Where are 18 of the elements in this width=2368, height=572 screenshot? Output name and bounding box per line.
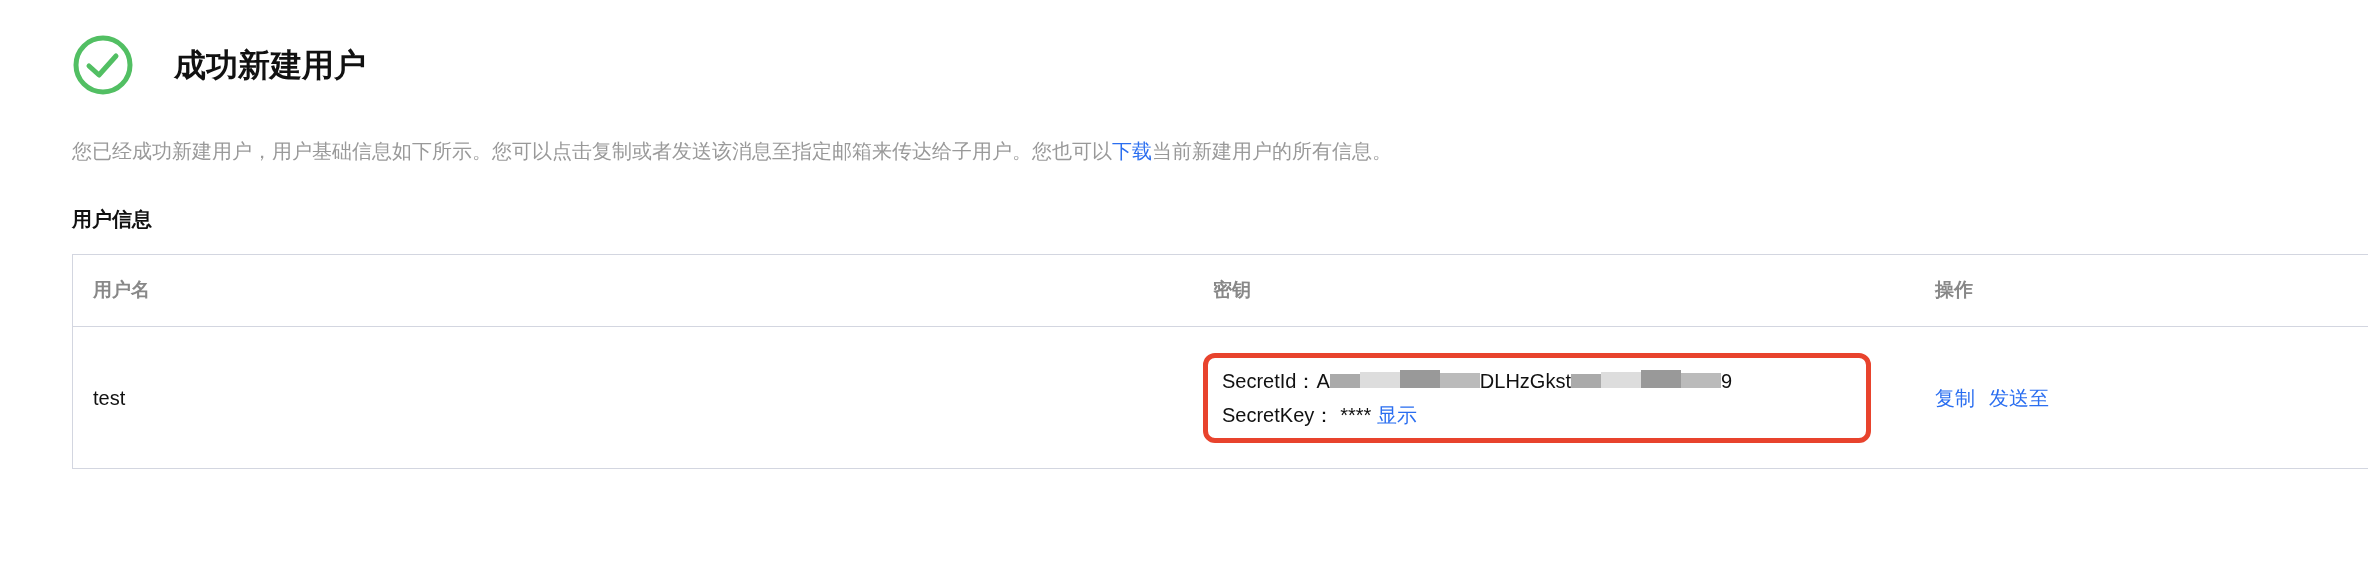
section-title: 用户信息 (72, 207, 153, 232)
action-link[interactable]: 发送至 (1989, 382, 2049, 413)
secret-key-value: **** (1340, 402, 1372, 428)
secret-key-label: SecretKey： (1222, 402, 1335, 428)
secret-id-label: SecretId： (1222, 368, 1317, 394)
column-header: 操作 (1935, 279, 1973, 301)
download-link[interactable]: 下载 (1112, 140, 1152, 162)
secret-id-value: A (1316, 368, 1330, 394)
action-link[interactable]: 复制 (1935, 382, 1975, 413)
column-header: 用户名 (93, 279, 150, 301)
page-title: 成功新建用户 (174, 46, 366, 85)
description-text: 您已经成功新建用户，用户基础信息如下所示。您可以点击复制或者发送该消息至指定邮箱来传达给子用户。您也可以下载当前新建用户的所有信息。 (72, 139, 1393, 164)
success-check-icon (72, 34, 134, 96)
username-cell: test (93, 386, 126, 409)
show-link[interactable]: 显示 (1377, 399, 1418, 430)
secret-id-value: DLHzGkst (1479, 368, 1571, 394)
secret-id-value: 9 (1720, 368, 1733, 394)
column-header: 密钥 (1213, 279, 1251, 301)
